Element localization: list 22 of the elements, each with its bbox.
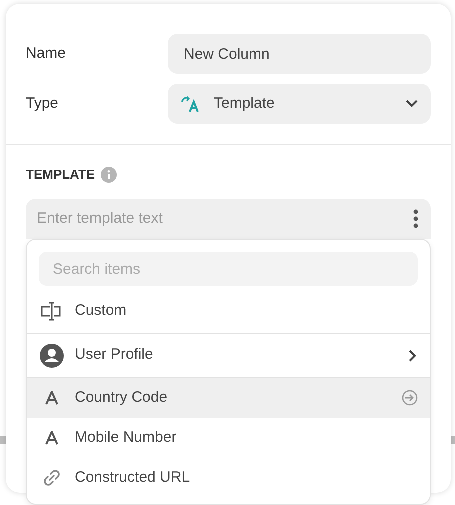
user-icon <box>40 344 64 368</box>
template-heading: TEMPLATE <box>26 166 96 184</box>
name-label: Name <box>26 44 68 64</box>
menu-item[interactable]: Country Code <box>27 378 430 418</box>
type-select[interactable]: Template <box>168 84 431 124</box>
type-label: Type <box>26 94 60 114</box>
menu-item[interactable]: Custom <box>27 290 430 334</box>
text-field-icon <box>41 302 63 322</box>
search-field[interactable]: Search items <box>39 252 418 286</box>
type-value: Template <box>214 94 276 114</box>
more-options-icon[interactable] <box>413 208 419 228</box>
name-field[interactable]: New Column <box>168 34 431 74</box>
menu-item[interactable]: Mobile Number <box>27 418 430 458</box>
template-field[interactable]: Enter template text <box>26 198 431 238</box>
letter-a-icon <box>45 391 59 405</box>
link-icon <box>42 468 62 488</box>
template-type-icon <box>180 95 202 113</box>
insert-icon <box>402 390 418 406</box>
menu-item[interactable]: Constructed URL <box>27 458 430 498</box>
menu-item[interactable]: User Profile <box>27 334 430 378</box>
chevron-down-icon <box>405 99 419 109</box>
letter-a-icon <box>45 431 59 445</box>
